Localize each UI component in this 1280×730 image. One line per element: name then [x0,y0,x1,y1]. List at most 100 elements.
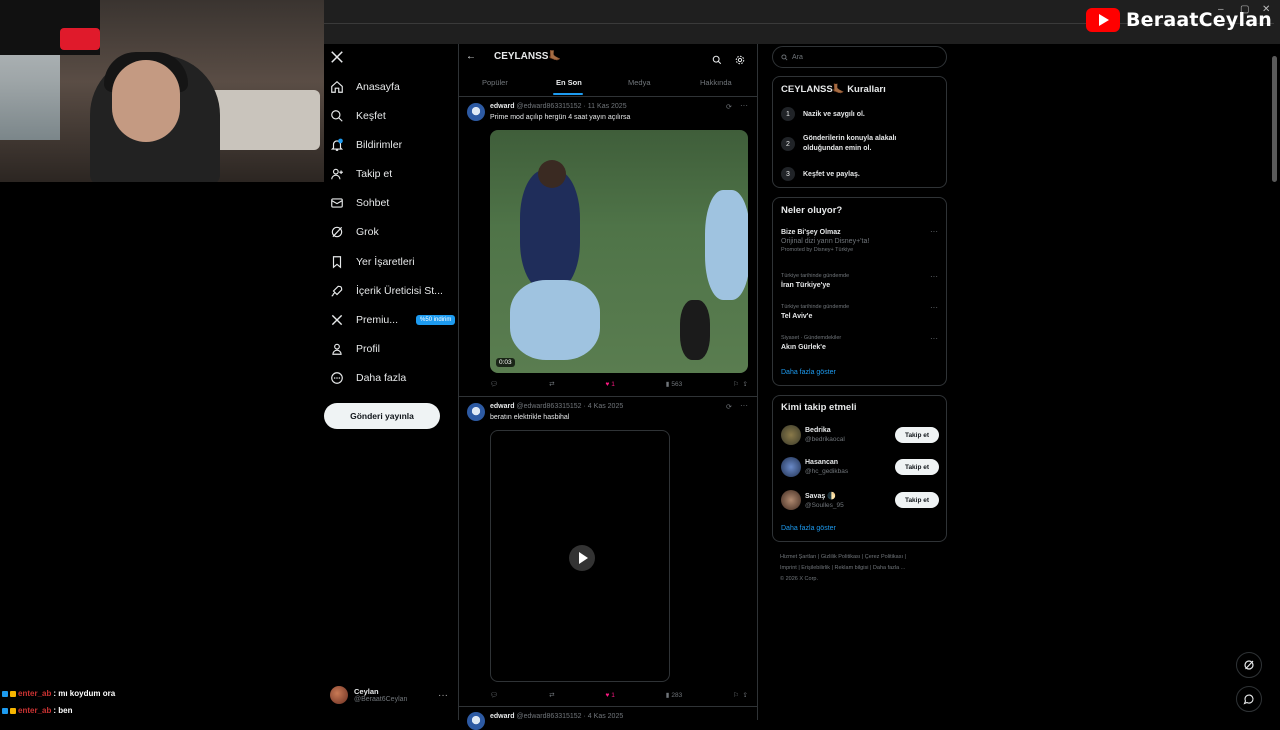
suggestion-name: Bedrika [805,427,831,434]
webcam-overlay [0,0,324,182]
tweet-video[interactable] [490,430,670,682]
follow-show-more[interactable]: Daha fazla göster [781,525,836,532]
trend-name: Akın Gürlek'e [781,344,826,351]
account-switcher[interactable]: Ceylan @Beraat6Ceylan [330,686,407,704]
grok-icon[interactable]: ⟳ [726,103,732,111]
nav-notifications[interactable]: Bildirimler [330,133,402,157]
trend-item[interactable]: Türkiye tarihinde gündemde Tel Aviv'e [781,304,849,320]
footer-line[interactable]: Imprint | Erişilebilirlik | Reklam bilgi… [780,563,940,574]
footer-line[interactable]: Hizmet Şartları | Gizlilik Politikası | … [780,552,940,563]
follow-suggestion[interactable]: Hasancan @hc_gedikbas Takip et [781,457,939,477]
x-logo-icon[interactable] [330,50,344,69]
nav-bookmarks[interactable]: Yer İşaretleri [330,250,415,274]
chat-message: enter_ab : ben [2,706,72,715]
view-count: 283 [671,691,683,699]
follow-button[interactable]: Takip et [895,427,939,443]
nav-grok[interactable]: Grok [330,220,379,244]
nav-label: İçerik Üreticisi St... [356,285,443,297]
avatar[interactable] [467,403,485,421]
nav-home[interactable]: Anasayfa [330,75,400,99]
trend-name: İran Türkiye'ye [781,282,831,289]
tab-about[interactable]: Hakkında [700,78,732,87]
trend-meta: Türkiye tarihinde gündemde [781,273,850,279]
trend-item[interactable]: Türkiye tarihinde gündemde İran Türkiye'… [781,273,849,289]
trends-card [772,197,947,386]
tweet-date[interactable]: · 4 Kas 2025 [584,403,624,410]
tweet-author[interactable]: edward [490,103,515,110]
tweet-author[interactable]: edward [490,713,515,720]
tweet-author[interactable]: edward [490,403,515,410]
tab-popular[interactable]: Popüler [482,78,508,87]
nav-follow[interactable]: Takip et [330,162,392,186]
nav-label: Premiu... [356,314,399,326]
more-icon[interactable]: ··· [930,303,938,312]
follow-suggestion[interactable]: Savaş 🌓 @Soulles_95 Takip et [781,490,939,510]
more-icon[interactable]: ··· [930,272,938,281]
divider [458,396,758,397]
nav-chat[interactable]: Sohbet [330,191,389,215]
footer-links: Hizmet Şartları | Gizlilik Politikası | … [780,552,940,585]
tab-media[interactable]: Medya [628,78,651,87]
retweet-icon[interactable]: ⇄ [549,380,554,388]
like-button[interactable]: ♥ 1 [605,691,614,699]
reply-icon[interactable]: 💬︎ [490,380,498,388]
stream-logo: BeraatCeylan [1086,8,1272,32]
play-icon[interactable] [569,545,595,571]
search-input[interactable]: Ara [772,46,947,68]
nav-creator-studio[interactable]: İçerik Üreticisi St... [330,279,443,303]
nav-label: Anasayfa [356,81,400,93]
nav-premium[interactable]: Premiu... %50 indirim [330,308,456,332]
follow-button[interactable]: Takip et [895,492,939,508]
views-button[interactable]: ▮ 563 [666,380,682,389]
reply-icon[interactable]: 💬︎ [490,691,498,699]
gear-icon[interactable] [735,52,745,70]
chat-message: enter_ab : mı koydum ora [2,689,115,698]
nav-label: Takip et [356,168,393,180]
bookmark-icon[interactable]: ⚐ ⇪ [733,691,748,699]
follow-button[interactable]: Takip et [895,459,939,475]
views-button[interactable]: ▮ 283 [666,691,683,700]
follow-suggestion[interactable]: Bedrika @bedrikaocal Takip et [781,425,939,445]
nav-profile[interactable]: Profil [330,337,380,361]
avatar[interactable] [467,103,485,121]
nav-more[interactable]: Daha fazla [330,366,406,390]
tweet-date[interactable]: · 11 Kas 2025 [584,103,627,110]
suggestion-name: Savaş 🌓 [805,492,836,500]
rule-text: Keşfet ve paylaş. [803,170,860,178]
nav-label: Keşfet [356,110,386,122]
divider [458,96,758,97]
tweet-handle[interactable]: @edward863315152 [516,103,581,110]
trend-item[interactable]: Siyaset · Gündemdekiler Akın Gürlek'e [781,335,841,351]
account-more-icon[interactable]: ··· [438,690,448,701]
tweet-header: edward @edward863315152 · 4 Kas 2025 [490,713,623,720]
tweet-date[interactable]: · 4 Kas 2025 [584,713,624,720]
search-icon[interactable] [712,52,722,70]
back-arrow-icon[interactable]: ← [466,51,476,62]
tweet-handle[interactable]: @edward863315152 [516,713,581,720]
scrollbar[interactable] [1272,56,1277,182]
search-icon [331,110,343,122]
post-button[interactable]: Gönderi yayınla [324,403,440,429]
messages-fab[interactable] [1236,686,1262,712]
grok-icon[interactable]: ⟳ [726,403,732,411]
tab-latest[interactable]: En Son [556,78,582,87]
suggestion-handle: @hc_gedikbas [805,468,849,475]
nav-explore[interactable]: Keşfet [330,104,386,128]
more-icon[interactable]: ··· [930,334,938,343]
like-button[interactable]: ♥ 1 [605,380,614,388]
more-circle-icon [331,372,343,384]
retweet-icon[interactable]: ⇄ [549,691,554,699]
more-icon[interactable]: ··· [930,227,938,236]
bookmark-icon[interactable]: ⚐ ⇪ [733,380,748,388]
avatar[interactable] [467,712,485,730]
promo-desc: Orijinal dizi yarın Disney+'ta! [781,238,870,245]
tweet-video[interactable]: 0:03 [490,130,748,373]
trend-promo[interactable]: Bize Bi'şey Olmaz Orijinal dizi yarın Di… [781,229,936,253]
tweet-handle[interactable]: @edward863315152 [516,403,581,410]
more-icon[interactable]: ··· [740,401,748,410]
person-icon [332,343,342,355]
like-count: 1 [611,380,615,388]
grok-fab[interactable] [1236,652,1262,678]
more-icon[interactable]: ··· [740,101,748,110]
trends-show-more[interactable]: Daha fazla göster [781,369,836,376]
